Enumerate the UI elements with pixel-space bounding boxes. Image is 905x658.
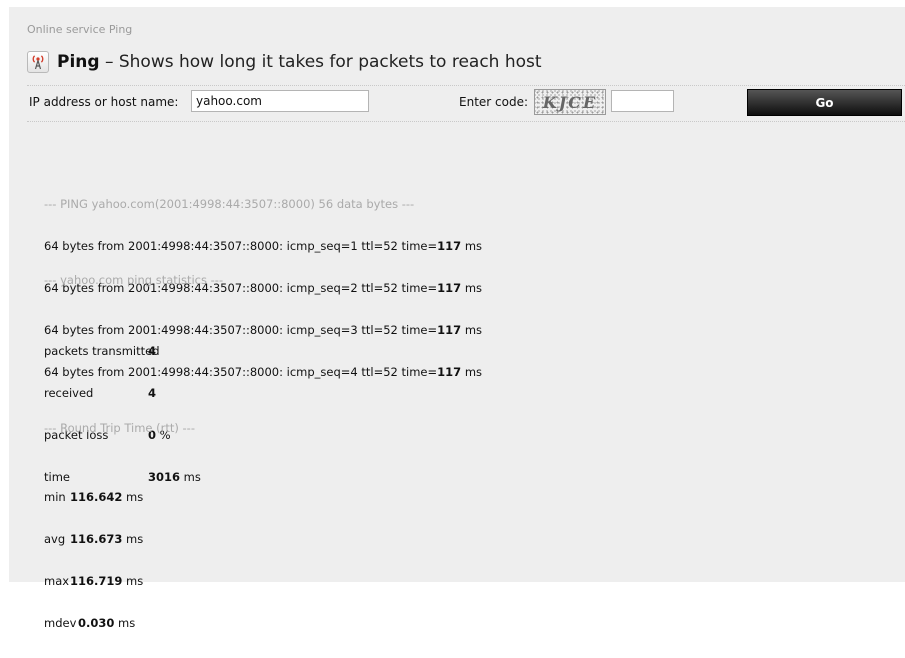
go-button[interactable]: Go — [747, 89, 902, 116]
rtt-table: min 116.642 ms avg 116.673 ms max116.719 m… — [44, 462, 143, 658]
page-title: Ping – Shows how long it takes for packe… — [27, 50, 542, 74]
ping-page: Online service Ping Ping – Shows how lon… — [9, 7, 905, 630]
ping-antenna-icon — [27, 51, 49, 73]
rtt-row: max116.719 ms — [44, 574, 144, 588]
title-description: – Shows how long it takes for packets to… — [99, 52, 542, 72]
ip-label: IP address or host name: — [29, 95, 179, 109]
breadcrumb: Online service Ping — [27, 23, 133, 36]
rtt-header: --- Round Trip Time (rtt) --- — [44, 421, 195, 435]
code-label: Enter code: — [459, 95, 529, 109]
ping-line: 64 bytes from 2001:4998:44:3507::8000: i… — [44, 239, 483, 253]
ping-form: IP address or host name: Enter code: KJC… — [27, 85, 905, 122]
rtt-row: avg 116.673 ms — [44, 532, 144, 546]
stats-header: --- yahoo.com ping statistics --- — [44, 273, 224, 287]
title-name: Ping — [57, 52, 100, 72]
captcha-image: KJCE — [534, 89, 606, 115]
ping-header: --- PING yahoo.com(2001:4998:44:3507::80… — [44, 197, 415, 211]
stats-row: packets transmitted4 — [44, 344, 160, 358]
rtt-row: mdev 0.030 ms — [44, 616, 136, 630]
rtt-row: min 116.642 ms — [44, 490, 144, 504]
host-input[interactable] — [191, 90, 369, 112]
code-input[interactable] — [611, 90, 674, 112]
stats-row: received 4 — [44, 386, 157, 400]
